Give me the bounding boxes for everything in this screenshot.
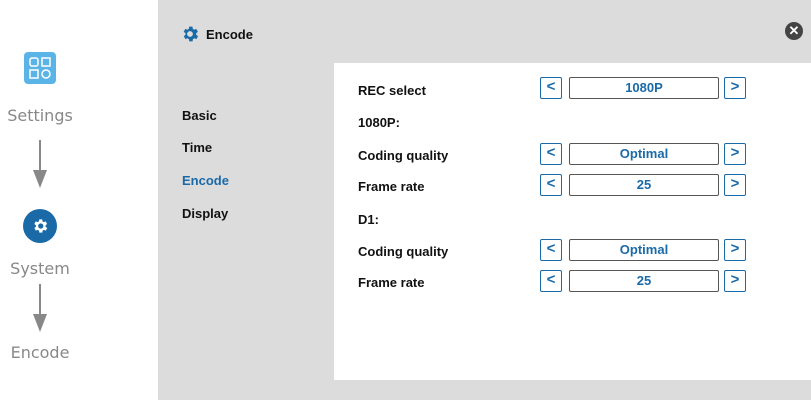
rec-select-label: REC select — [358, 83, 426, 98]
coding-quality-1080p-value: Optimal — [569, 143, 719, 165]
breadcrumb-encode-label: Encode — [10, 343, 70, 362]
section-d1-heading: D1: — [358, 212, 379, 227]
coding-quality-1080p-prev-button[interactable]: < — [540, 143, 562, 165]
nav-item-basic[interactable]: Basic — [182, 108, 217, 123]
close-icon[interactable]: ✕ — [785, 22, 803, 40]
settings-grid-icon[interactable] — [24, 52, 56, 84]
rec-select-prev-button[interactable]: < — [540, 77, 562, 99]
frame-rate-1080p-next-button[interactable]: > — [724, 174, 746, 196]
gear-icon[interactable] — [23, 209, 57, 243]
frame-rate-1080p-label: Frame rate — [358, 179, 425, 194]
frame-rate-1080p-value: 25 — [569, 174, 719, 196]
frame-rate-d1-label: Frame rate — [358, 275, 425, 290]
section-1080p-heading: 1080P: — [358, 115, 400, 130]
breadcrumb: Settings System Encode — [0, 0, 158, 400]
breadcrumb-settings-label[interactable]: Settings — [0, 106, 80, 125]
breadcrumb-system-label[interactable]: System — [0, 259, 80, 278]
gear-icon — [183, 26, 199, 42]
coding-quality-d1-value: Optimal — [569, 239, 719, 261]
coding-quality-d1-next-button[interactable]: > — [724, 239, 746, 261]
coding-quality-d1-label: Coding quality — [358, 244, 449, 259]
frame-rate-d1-value: 25 — [569, 270, 719, 292]
nav-item-time[interactable]: Time — [182, 140, 212, 155]
rec-select-next-button[interactable]: > — [724, 77, 746, 99]
arrow-down-icon — [33, 284, 47, 332]
coding-quality-d1-prev-button[interactable]: < — [540, 239, 562, 261]
dialog-title: Encode — [206, 27, 253, 42]
rec-select-value: 1080P — [569, 77, 719, 99]
arrow-down-icon — [33, 140, 47, 188]
settings-card: REC select < 1080P > 1080P: Coding quali… — [334, 63, 811, 380]
coding-quality-1080p-next-button[interactable]: > — [724, 143, 746, 165]
coding-quality-1080p-label: Coding quality — [358, 148, 449, 163]
frame-rate-d1-next-button[interactable]: > — [724, 270, 746, 292]
frame-rate-1080p-prev-button[interactable]: < — [540, 174, 562, 196]
nav-item-encode[interactable]: Encode — [182, 173, 229, 188]
frame-rate-d1-prev-button[interactable]: < — [540, 270, 562, 292]
encode-dialog: Encode ✕ Basic Time Encode Display REC s… — [158, 0, 811, 400]
nav-item-display[interactable]: Display — [182, 206, 228, 221]
